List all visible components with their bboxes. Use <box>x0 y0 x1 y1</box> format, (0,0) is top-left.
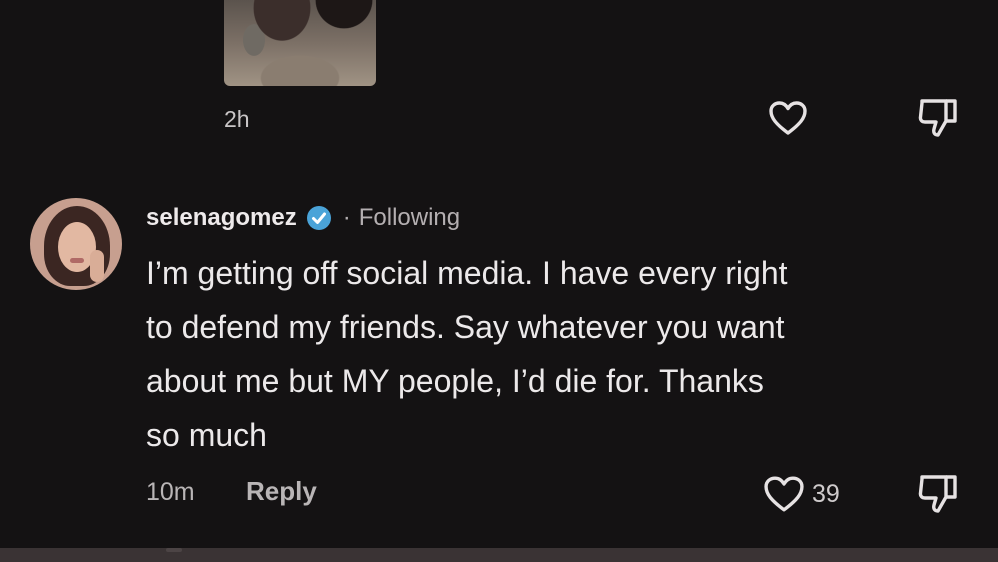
thumbs-down-icon <box>918 475 957 513</box>
like-count: 39 <box>812 479 840 508</box>
verified-badge-icon <box>306 206 331 230</box>
previous-like-button[interactable] <box>766 98 810 138</box>
avatar-lips <box>70 258 84 263</box>
dislike-button[interactable] <box>914 470 962 516</box>
follow-status: Following <box>358 204 461 231</box>
comment-text: I’m getting off social media. I have eve… <box>146 255 788 453</box>
bottom-bar-notch <box>166 548 182 552</box>
separator-dot: · <box>342 204 351 231</box>
comment-time: 10m <box>146 478 195 506</box>
avatar[interactable] <box>30 198 122 290</box>
previous-comment-time: 2h <box>224 106 250 132</box>
heart-outline-icon <box>764 476 804 512</box>
username[interactable]: selenagomez <box>146 204 297 232</box>
image-hair-shape <box>312 0 376 48</box>
previous-comment-image[interactable] <box>224 0 376 86</box>
bottom-bar <box>0 548 998 562</box>
comment-header: selenagomez · Following <box>146 200 460 236</box>
heart-outline-icon <box>769 101 807 135</box>
avatar-hand <box>90 250 104 282</box>
previous-dislike-button[interactable] <box>914 94 962 140</box>
reply-button[interactable]: Reply <box>246 476 317 507</box>
like-button[interactable]: 39 <box>762 472 840 516</box>
thumbs-down-icon <box>918 99 957 137</box>
